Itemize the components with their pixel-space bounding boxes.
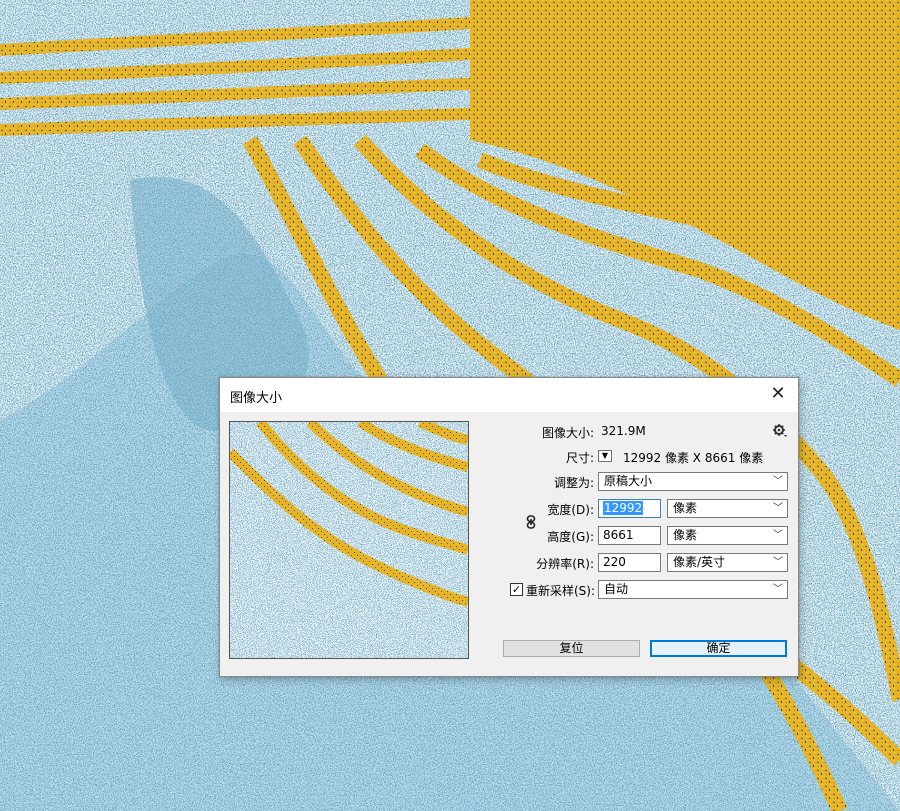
fit-to-value: 原稿大小 [604,474,653,488]
image-size-dialog: 图像大小 ✕ 图像大小: 321.9M 尺寸: ▼ 12992 像素 X 866… [219,377,799,677]
resolution-input[interactable]: 220 [598,553,661,572]
fit-to-select[interactable]: 原稿大小 ﹀ [598,472,788,491]
image-size-label: 图像大小: [541,426,594,440]
chevron-down-icon: ﹀ [773,503,783,514]
width-unit-value: 像素 [673,501,698,515]
image-size-value: 321.9M [601,424,646,438]
height-input[interactable]: 8661 [598,526,661,545]
reset-button[interactable]: 复位 [503,640,640,657]
checkmark-icon: ✓ [511,583,522,596]
height-label: 高度(G): [547,530,594,544]
width-label: 宽度(D): [547,503,594,517]
fit-to-label: 调整为: [553,476,594,490]
dialog-titlebar[interactable]: 图像大小 ✕ [220,378,798,412]
ok-button[interactable]: 确定 [650,640,787,657]
resample-select[interactable]: 自动 ﹀ [598,580,788,599]
chevron-down-icon: ﹀ [773,557,783,568]
chevron-down-icon: ﹀ [773,476,783,487]
width-input[interactable]: 12992 [598,499,661,518]
height-unit-select[interactable]: 像素 ﹀ [667,526,788,545]
resample-checkbox[interactable]: ✓ [510,583,523,596]
width-value: 12992 [603,501,644,515]
width-unit-select[interactable]: 像素 ﹀ [667,499,788,518]
dimensions-label: 尺寸: [565,451,594,465]
resolution-label: 分辨率(R): [536,557,594,571]
resolution-unit-value: 像素/英寸 [673,555,726,569]
resample-label: 重新采样(S): [526,584,596,598]
preview-artwork [230,422,468,658]
chevron-down-icon: ﹀ [773,584,783,595]
height-unit-value: 像素 [673,528,698,542]
resolution-unit-select[interactable]: 像素/英寸 ﹀ [667,553,788,572]
dialog-title: 图像大小 [230,391,283,406]
resample-value: 自动 [604,582,629,596]
close-icon[interactable]: ✕ [766,382,790,406]
height-value: 8661 [603,528,634,542]
image-preview[interactable] [229,421,469,659]
resolution-value: 220 [603,555,626,569]
gear-icon[interactable] [772,423,788,439]
chevron-down-icon[interactable]: ▼ [598,450,612,462]
chevron-down-icon: ﹀ [773,530,783,541]
dimensions-value: 12992 像素 X 8661 像素 [623,451,764,465]
